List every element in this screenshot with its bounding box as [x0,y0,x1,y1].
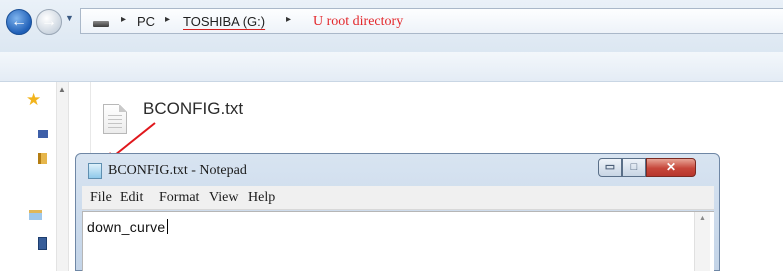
file-item-bconfig[interactable]: BCONFIG.txt [143,99,243,119]
explorer-toolbar [0,52,783,82]
notepad-icon[interactable] [88,163,102,179]
chevron-right-icon[interactable]: ▸ [121,14,126,25]
menu-help[interactable]: Help [248,190,275,206]
chevron-right-icon[interactable]: ▸ [165,14,170,25]
navigation-scrollbar[interactable]: ▲ [56,82,69,271]
menu-edit[interactable]: Edit [120,190,143,206]
notepad-content-text: down_curve [87,219,166,235]
menu-view[interactable]: View [209,190,238,206]
notepad-menubar: File Edit Format View Help [82,186,714,210]
close-icon: ✕ [665,160,677,174]
scroll-up-icon[interactable]: ▲ [58,85,66,94]
drive-icon [93,21,109,27]
notepad-scrollbar[interactable]: ▲ [694,212,710,271]
menu-file[interactable]: File [90,190,112,206]
text-caret [166,219,168,234]
documents-icon[interactable] [38,237,47,250]
text-file-icon[interactable] [103,104,127,134]
address-bar[interactable]: ▸ PC ▸ TOSHIBA (G:) ▸ U root directory [80,8,783,34]
breadcrumb-drive[interactable]: TOSHIBA (G:) [183,14,265,29]
menu-format[interactable]: Format [159,190,199,206]
chevron-right-icon[interactable]: ▸ [286,14,291,25]
maximize-icon: □ [630,161,638,173]
forward-arrow-icon: → [41,13,57,30]
notepad-content[interactable]: down_curve [87,219,168,235]
desktop-icon[interactable] [38,130,48,138]
star-icon[interactable]: ★ [26,90,41,110]
maximize-button[interactable]: □ [622,158,646,177]
scroll-up-icon[interactable]: ▲ [699,215,706,222]
library-icon[interactable] [29,210,42,220]
breadcrumb-pc[interactable]: PC [137,14,155,29]
close-button[interactable]: ✕ [646,158,696,177]
notepad-title: BCONFIG.txt - Notepad [108,163,247,178]
root-directory-annotation: U root directory [313,14,404,29]
forward-button[interactable]: → [36,9,62,35]
minimize-icon: ▭ [604,161,616,173]
folder-icon[interactable] [38,153,47,164]
minimize-button[interactable]: ▭ [598,158,622,177]
back-button[interactable]: ← [6,9,32,35]
history-dropdown-icon[interactable]: ▼ [65,13,74,23]
notepad-text-area[interactable] [82,211,714,271]
back-arrow-icon: ← [11,13,27,30]
